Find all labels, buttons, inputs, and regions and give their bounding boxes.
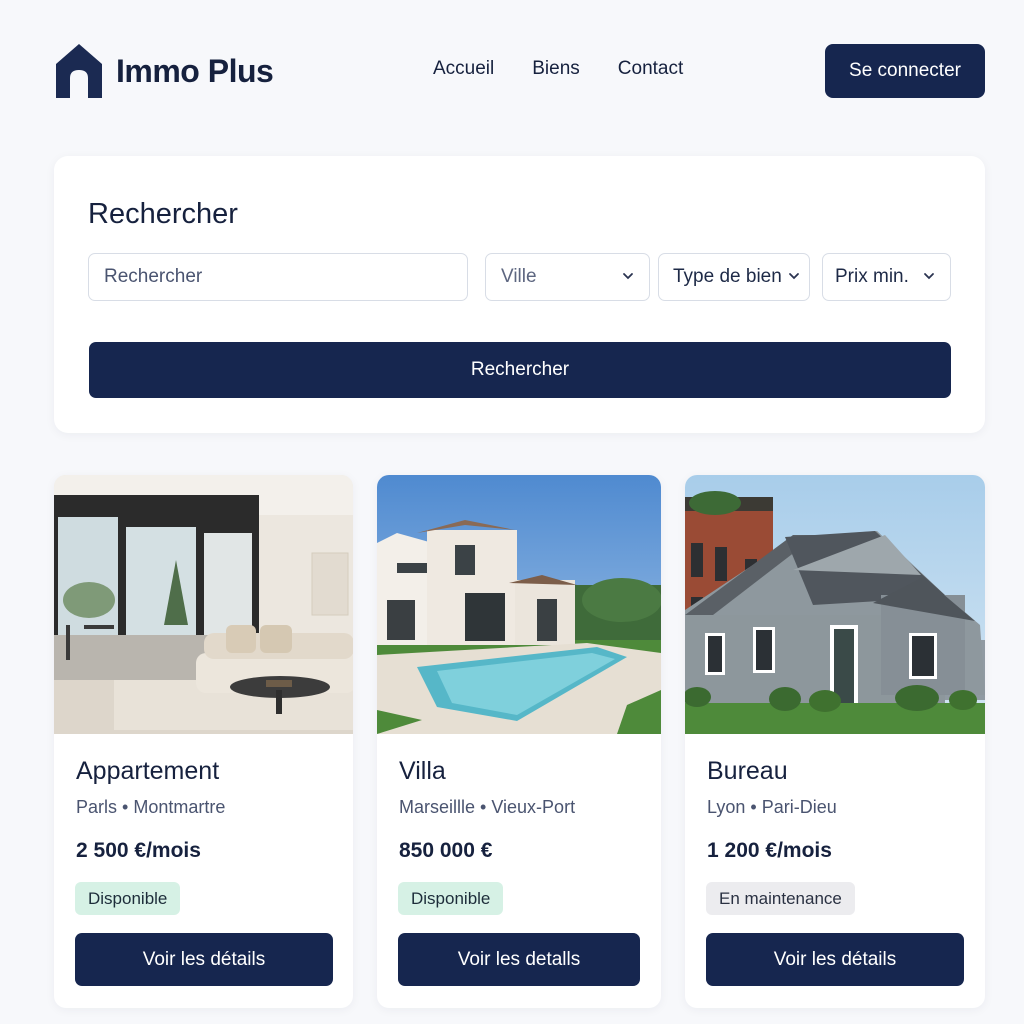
listing-card: Appartement Parls • Montmartre 2 500 €/m… [54, 475, 353, 1008]
listing-city: Marseillle [399, 797, 476, 817]
search-input-placeholder: Rechercher [104, 266, 203, 287]
view-details-button[interactable]: Voir les détails [75, 933, 333, 986]
listing-price: 2 500 €/mois [76, 839, 201, 862]
listing-card: Bureau Lyon • Pari-Dieu 1 200 €/mois En … [685, 475, 985, 1008]
status-badge: Disponible [398, 882, 504, 915]
listing-district: Vieux-Port [491, 797, 576, 817]
min-price-select-label: Prix min. [835, 266, 909, 287]
listing-price: 1 200 €/mois [707, 839, 832, 862]
separator-dot: • [122, 797, 134, 817]
listing-title: Villa [399, 757, 446, 785]
property-type-select-label: Type de bien [673, 266, 782, 287]
view-details-button[interactable]: Voir les détails [706, 933, 964, 986]
city-select-label: Ville [501, 266, 537, 287]
status-badge: En maintenance [706, 882, 855, 915]
chevron-down-icon [623, 273, 633, 280]
search-button[interactable]: Rechercher [89, 342, 951, 398]
separator-dot: • [750, 797, 762, 817]
search-panel: Rechercher Rechercher Ville Type de bien… [54, 156, 985, 433]
listing-title: Appartement [76, 757, 220, 785]
listing-location: Lyon • Pari-Dieu [707, 797, 837, 818]
listing-title: Bureau [707, 757, 788, 785]
listing-district: Pari-Dieu [761, 797, 837, 817]
listing-city: Parls [76, 797, 118, 817]
listing-price: 850 000 € [399, 839, 493, 862]
listing-photo-apartment [54, 475, 353, 734]
nav-link-biens[interactable]: Biens [532, 58, 580, 80]
nav-link-accueil[interactable]: Accueil [433, 58, 494, 80]
listing-location: Parls • Montmartre [76, 797, 225, 818]
view-details-button[interactable]: Voir les detalls [398, 933, 640, 986]
listing-card: Villa Marseillle • Vieux-Port 850 000 € … [377, 475, 661, 1008]
chevron-down-icon [789, 273, 799, 280]
listing-photo-office [685, 475, 985, 734]
min-price-select[interactable]: Prix min. [822, 253, 951, 301]
search-title: Rechercher [88, 198, 238, 230]
listing-city: Lyon [707, 797, 746, 817]
status-badge: Disponible [75, 882, 181, 915]
chevron-down-icon [924, 273, 934, 280]
login-button[interactable]: Se connecter [825, 44, 985, 98]
house-icon [54, 42, 104, 100]
listing-location: Marseillle • Vieux-Port [399, 797, 575, 818]
listing-district: Montmartre [133, 797, 226, 817]
main-nav: Accueil Biens Contact [433, 58, 721, 80]
search-input[interactable]: Rechercher [88, 253, 468, 301]
brand-logo[interactable]: Immo Plus [54, 42, 274, 100]
brand-name: Immo Plus [116, 52, 274, 89]
separator-dot: • [480, 797, 492, 817]
property-type-select[interactable]: Type de bien [658, 253, 810, 301]
nav-link-contact[interactable]: Contact [618, 58, 683, 80]
city-select[interactable]: Ville [485, 253, 650, 301]
listing-photo-villa [377, 475, 661, 734]
